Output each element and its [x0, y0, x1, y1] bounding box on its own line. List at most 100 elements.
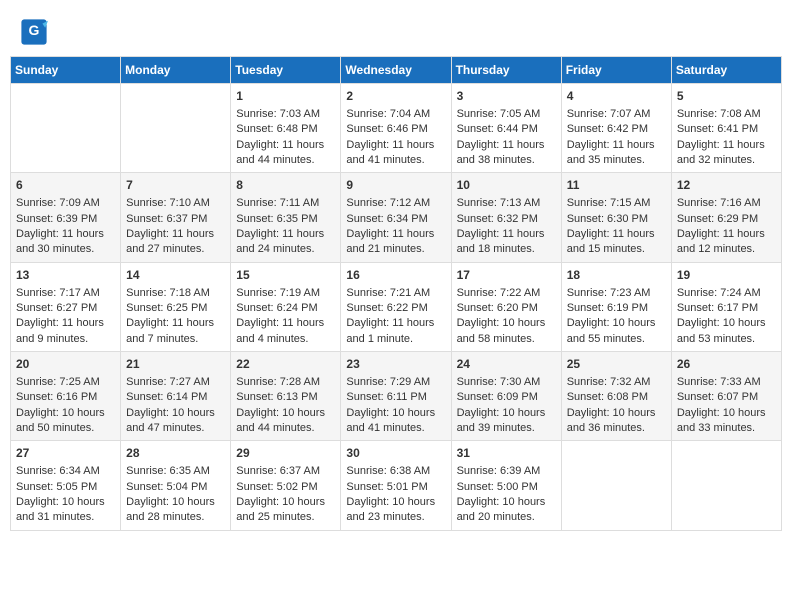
- day-info: Sunrise: 7:23 AM Sunset: 6:19 PM Dayligh…: [567, 286, 666, 348]
- calendar-day-cell: 29 Sunrise: 6:37 AM Sunset: 5:02 PM Dayli…: [231, 441, 341, 530]
- day-info: Sunrise: 6:35 AM Sunset: 5:04 PM Dayligh…: [126, 464, 225, 526]
- day-info: Sunrise: 6:39 AM Sunset: 5:00 PM Dayligh…: [457, 464, 556, 526]
- day-number: 20: [16, 356, 115, 373]
- day-of-week-header: Wednesday: [341, 57, 451, 84]
- day-info: Sunrise: 7:27 AM Sunset: 6:14 PM Dayligh…: [126, 375, 225, 437]
- calendar-day-cell: 19Sunrise: 7:24 AM Sunset: 6:17 PM Dayli…: [671, 262, 781, 351]
- day-number: 8: [236, 177, 335, 194]
- day-info: Sunrise: 7:28 AM Sunset: 6:13 PM Dayligh…: [236, 375, 335, 437]
- calendar-day-cell: 31 Sunrise: 6:39 AM Sunset: 5:00 PM Dayli…: [451, 441, 561, 530]
- day-number: 21: [126, 356, 225, 373]
- calendar-day-cell: 2Sunrise: 7:04 AM Sunset: 6:46 PM Daylig…: [341, 84, 451, 173]
- day-number: 4: [567, 88, 666, 105]
- logo-icon: G: [20, 18, 48, 46]
- day-of-week-header: Friday: [561, 57, 671, 84]
- day-number: 5: [677, 88, 776, 105]
- day-of-week-header: Tuesday: [231, 57, 341, 84]
- day-number: 11: [567, 177, 666, 194]
- day-info: Sunrise: 7:16 AM Sunset: 6:29 PM Dayligh…: [677, 196, 776, 258]
- calendar-day-cell: [11, 84, 121, 173]
- calendar-week-row: 13 Sunrise: 7:17 AM Sunset: 6:27 PM Dayli…: [11, 262, 782, 351]
- day-number: 26: [677, 356, 776, 373]
- calendar-day-cell: 25Sunrise: 7:32 AM Sunset: 6:08 PM Dayli…: [561, 352, 671, 441]
- day-info: Sunrise: 7:10 AM Sunset: 6:37 PM Dayligh…: [126, 196, 225, 258]
- day-info: Sunrise: 7:21 AM Sunset: 6:22 PM Dayligh…: [346, 286, 445, 348]
- day-number: 19: [677, 267, 776, 284]
- day-number: 16: [346, 267, 445, 284]
- calendar-day-cell: 16 Sunrise: 7:21 AM Sunset: 6:22 PM Dayli…: [341, 262, 451, 351]
- day-info: Sunrise: 7:08 AM Sunset: 6:41 PM Dayligh…: [677, 107, 776, 169]
- day-number: 29: [236, 445, 335, 462]
- day-number: 10: [457, 177, 556, 194]
- day-number: 14: [126, 267, 225, 284]
- day-number: 25: [567, 356, 666, 373]
- calendar-day-cell: 22Sunrise: 7:28 AM Sunset: 6:13 PM Dayli…: [231, 352, 341, 441]
- calendar-day-cell: 9Sunrise: 7:12 AM Sunset: 6:34 PM Daylig…: [341, 173, 451, 262]
- day-of-week-header: Monday: [121, 57, 231, 84]
- day-number: 18: [567, 267, 666, 284]
- calendar-day-cell: 4 Sunrise: 7:07 AM Sunset: 6:42 PM Daylig…: [561, 84, 671, 173]
- calendar-day-cell: 6Sunrise: 7:09 AM Sunset: 6:39 PM Daylig…: [11, 173, 121, 262]
- calendar-day-cell: [671, 441, 781, 530]
- calendar-day-cell: 1Sunrise: 7:03 AM Sunset: 6:48 PM Daylig…: [231, 84, 341, 173]
- day-number: 7: [126, 177, 225, 194]
- calendar-day-cell: 27 Sunrise: 6:34 AM Sunset: 5:05 PM Dayli…: [11, 441, 121, 530]
- calendar-week-row: 6Sunrise: 7:09 AM Sunset: 6:39 PM Daylig…: [11, 173, 782, 262]
- calendar-day-cell: 23 Sunrise: 7:29 AM Sunset: 6:11 PM Dayli…: [341, 352, 451, 441]
- day-number: 27: [16, 445, 115, 462]
- day-info: Sunrise: 7:29 AM Sunset: 6:11 PM Dayligh…: [346, 375, 445, 437]
- day-number: 13: [16, 267, 115, 284]
- day-info: Sunrise: 7:33 AM Sunset: 6:07 PM Dayligh…: [677, 375, 776, 437]
- day-info: Sunrise: 6:34 AM Sunset: 5:05 PM Dayligh…: [16, 464, 115, 526]
- day-info: Sunrise: 7:07 AM Sunset: 6:42 PM Dayligh…: [567, 107, 666, 169]
- calendar-day-cell: 28Sunrise: 6:35 AM Sunset: 5:04 PM Dayli…: [121, 441, 231, 530]
- calendar-day-cell: 3Sunrise: 7:05 AM Sunset: 6:44 PM Daylig…: [451, 84, 561, 173]
- calendar-day-cell: 20 Sunrise: 7:25 AM Sunset: 6:16 PM Dayli…: [11, 352, 121, 441]
- day-info: Sunrise: 7:04 AM Sunset: 6:46 PM Dayligh…: [346, 107, 445, 169]
- day-info: Sunrise: 7:25 AM Sunset: 6:16 PM Dayligh…: [16, 375, 115, 437]
- calendar-day-cell: 10 Sunrise: 7:13 AM Sunset: 6:32 PM Dayli…: [451, 173, 561, 262]
- day-number: 9: [346, 177, 445, 194]
- calendar-table: SundayMondayTuesdayWednesdayThursdayFrid…: [10, 56, 782, 531]
- calendar-day-cell: 17 Sunrise: 7:22 AM Sunset: 6:20 PM Dayli…: [451, 262, 561, 351]
- day-number: 3: [457, 88, 556, 105]
- day-number: 31: [457, 445, 556, 462]
- day-number: 6: [16, 177, 115, 194]
- calendar-day-cell: 21 Sunrise: 7:27 AM Sunset: 6:14 PM Dayli…: [121, 352, 231, 441]
- calendar-day-cell: 18 Sunrise: 7:23 AM Sunset: 6:19 PM Dayli…: [561, 262, 671, 351]
- calendar-day-cell: 14 Sunrise: 7:18 AM Sunset: 6:25 PM Dayli…: [121, 262, 231, 351]
- calendar-day-cell: [121, 84, 231, 173]
- calendar-day-cell: 26 Sunrise: 7:33 AM Sunset: 6:07 PM Dayli…: [671, 352, 781, 441]
- calendar-week-row: 27 Sunrise: 6:34 AM Sunset: 5:05 PM Dayli…: [11, 441, 782, 530]
- day-info: Sunrise: 7:11 AM Sunset: 6:35 PM Dayligh…: [236, 196, 335, 258]
- day-info: Sunrise: 7:17 AM Sunset: 6:27 PM Dayligh…: [16, 286, 115, 348]
- day-info: Sunrise: 7:18 AM Sunset: 6:25 PM Dayligh…: [126, 286, 225, 348]
- calendar-day-cell: 12Sunrise: 7:16 AM Sunset: 6:29 PM Dayli…: [671, 173, 781, 262]
- day-info: Sunrise: 7:15 AM Sunset: 6:30 PM Dayligh…: [567, 196, 666, 258]
- day-info: Sunrise: 7:22 AM Sunset: 6:20 PM Dayligh…: [457, 286, 556, 348]
- day-number: 17: [457, 267, 556, 284]
- day-number: 23: [346, 356, 445, 373]
- calendar-day-cell: 13 Sunrise: 7:17 AM Sunset: 6:27 PM Dayli…: [11, 262, 121, 351]
- calendar-day-cell: 30 Sunrise: 6:38 AM Sunset: 5:01 PM Dayli…: [341, 441, 451, 530]
- calendar-day-cell: 7 Sunrise: 7:10 AM Sunset: 6:37 PM Daylig…: [121, 173, 231, 262]
- day-info: Sunrise: 6:38 AM Sunset: 5:01 PM Dayligh…: [346, 464, 445, 526]
- day-info: Sunrise: 7:03 AM Sunset: 6:48 PM Dayligh…: [236, 107, 335, 169]
- calendar-day-cell: 8 Sunrise: 7:11 AM Sunset: 6:35 PM Daylig…: [231, 173, 341, 262]
- day-info: Sunrise: 7:19 AM Sunset: 6:24 PM Dayligh…: [236, 286, 335, 348]
- page-header: G: [10, 10, 782, 50]
- svg-text:G: G: [29, 22, 40, 38]
- day-info: Sunrise: 6:37 AM Sunset: 5:02 PM Dayligh…: [236, 464, 335, 526]
- calendar-header-row: SundayMondayTuesdayWednesdayThursdayFrid…: [11, 57, 782, 84]
- day-of-week-header: Thursday: [451, 57, 561, 84]
- day-number: 15: [236, 267, 335, 284]
- day-info: Sunrise: 7:13 AM Sunset: 6:32 PM Dayligh…: [457, 196, 556, 258]
- calendar-day-cell: 24Sunrise: 7:30 AM Sunset: 6:09 PM Dayli…: [451, 352, 561, 441]
- day-number: 30: [346, 445, 445, 462]
- day-of-week-header: Saturday: [671, 57, 781, 84]
- day-info: Sunrise: 7:30 AM Sunset: 6:09 PM Dayligh…: [457, 375, 556, 437]
- day-of-week-header: Sunday: [11, 57, 121, 84]
- calendar-week-row: 20 Sunrise: 7:25 AM Sunset: 6:16 PM Dayli…: [11, 352, 782, 441]
- calendar-day-cell: 11 Sunrise: 7:15 AM Sunset: 6:30 PM Dayli…: [561, 173, 671, 262]
- logo: G: [20, 18, 50, 46]
